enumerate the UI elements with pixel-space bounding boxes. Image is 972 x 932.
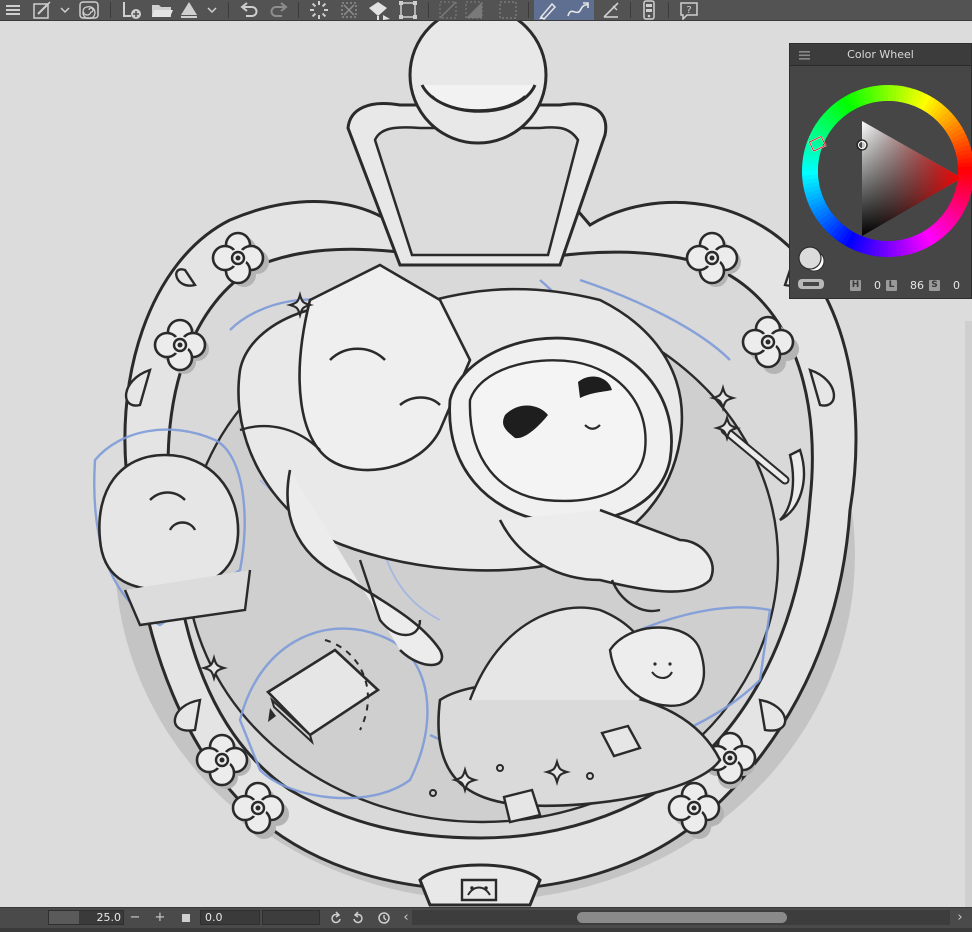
svg-text:?: ?: [686, 5, 691, 16]
fit-button[interactable]: [178, 910, 194, 925]
stylus-icon[interactable]: [534, 0, 562, 20]
fill-icon[interactable]: [364, 0, 394, 20]
menu-icon[interactable]: [2, 0, 24, 20]
transform-icon[interactable]: [396, 0, 420, 20]
status-bar: 25.0 − + 0.0 ‹ ›: [0, 907, 972, 932]
zoom-out-button[interactable]: −: [127, 910, 143, 925]
pen-tool-icon[interactable]: [30, 0, 54, 20]
reset-rotation-icon[interactable]: [376, 910, 392, 925]
l-value[interactable]: 86: [910, 279, 924, 292]
fill-selection-icon[interactable]: [436, 0, 460, 20]
loading-icon[interactable]: [306, 0, 332, 20]
help-icon[interactable]: ?: [676, 0, 702, 20]
scroll-thumb[interactable]: [577, 912, 787, 923]
color-wheel[interactable]: [790, 66, 972, 300]
ruler-snap-icon[interactable]: [598, 0, 624, 20]
spiral-icon[interactable]: [76, 0, 102, 20]
zoom-value: 25.0: [96, 911, 122, 924]
zoom-field[interactable]: 25.0: [48, 910, 124, 925]
h-label: H: [850, 279, 861, 291]
s-label: S: [929, 279, 940, 291]
stylus-icon[interactable]: [638, 0, 660, 20]
horizontal-scrollbar[interactable]: [412, 910, 950, 925]
color-wheel-titlebar[interactable]: Color Wheel: [790, 44, 971, 66]
new-canvas-icon[interactable]: [118, 0, 144, 20]
l-label: L: [886, 279, 897, 291]
clear-selection-icon[interactable]: [496, 0, 520, 20]
color-wheel-panel: Color Wheel H 0 L 86 S 0: [789, 43, 972, 299]
h-value[interactable]: 0: [874, 279, 881, 292]
zoom-in-button[interactable]: +: [152, 910, 168, 925]
rotation-slider[interactable]: [262, 910, 320, 925]
fill-selection-icon[interactable]: [462, 0, 486, 20]
hsl-values: H 0 L 86 S 0: [850, 278, 965, 292]
color-wheel-title: Color Wheel: [847, 48, 914, 61]
rotation-field[interactable]: 0.0: [200, 910, 260, 925]
dropdown-chevron-icon[interactable]: [203, 0, 221, 20]
zoom-slider[interactable]: [49, 911, 79, 924]
rotate-right-icon[interactable]: [351, 910, 367, 925]
s-value[interactable]: 0: [953, 279, 960, 292]
undo-icon[interactable]: [236, 0, 262, 20]
clear-selection-icon[interactable]: [336, 0, 362, 20]
top-toolbar: ?: [0, 0, 972, 21]
upload-icon[interactable]: [178, 0, 200, 20]
open-folder-icon[interactable]: [148, 0, 176, 20]
scroll-right-button[interactable]: ›: [952, 910, 968, 925]
eyedropper-icon[interactable]: [562, 0, 594, 20]
vertical-scrollbar[interactable]: [965, 321, 972, 907]
main-color-swatch[interactable]: [798, 246, 822, 270]
redo-icon[interactable]: [266, 0, 292, 20]
bottom-strip: [0, 928, 972, 932]
dropdown-chevron-icon[interactable]: [58, 0, 72, 20]
rotate-left-icon[interactable]: [327, 910, 343, 925]
